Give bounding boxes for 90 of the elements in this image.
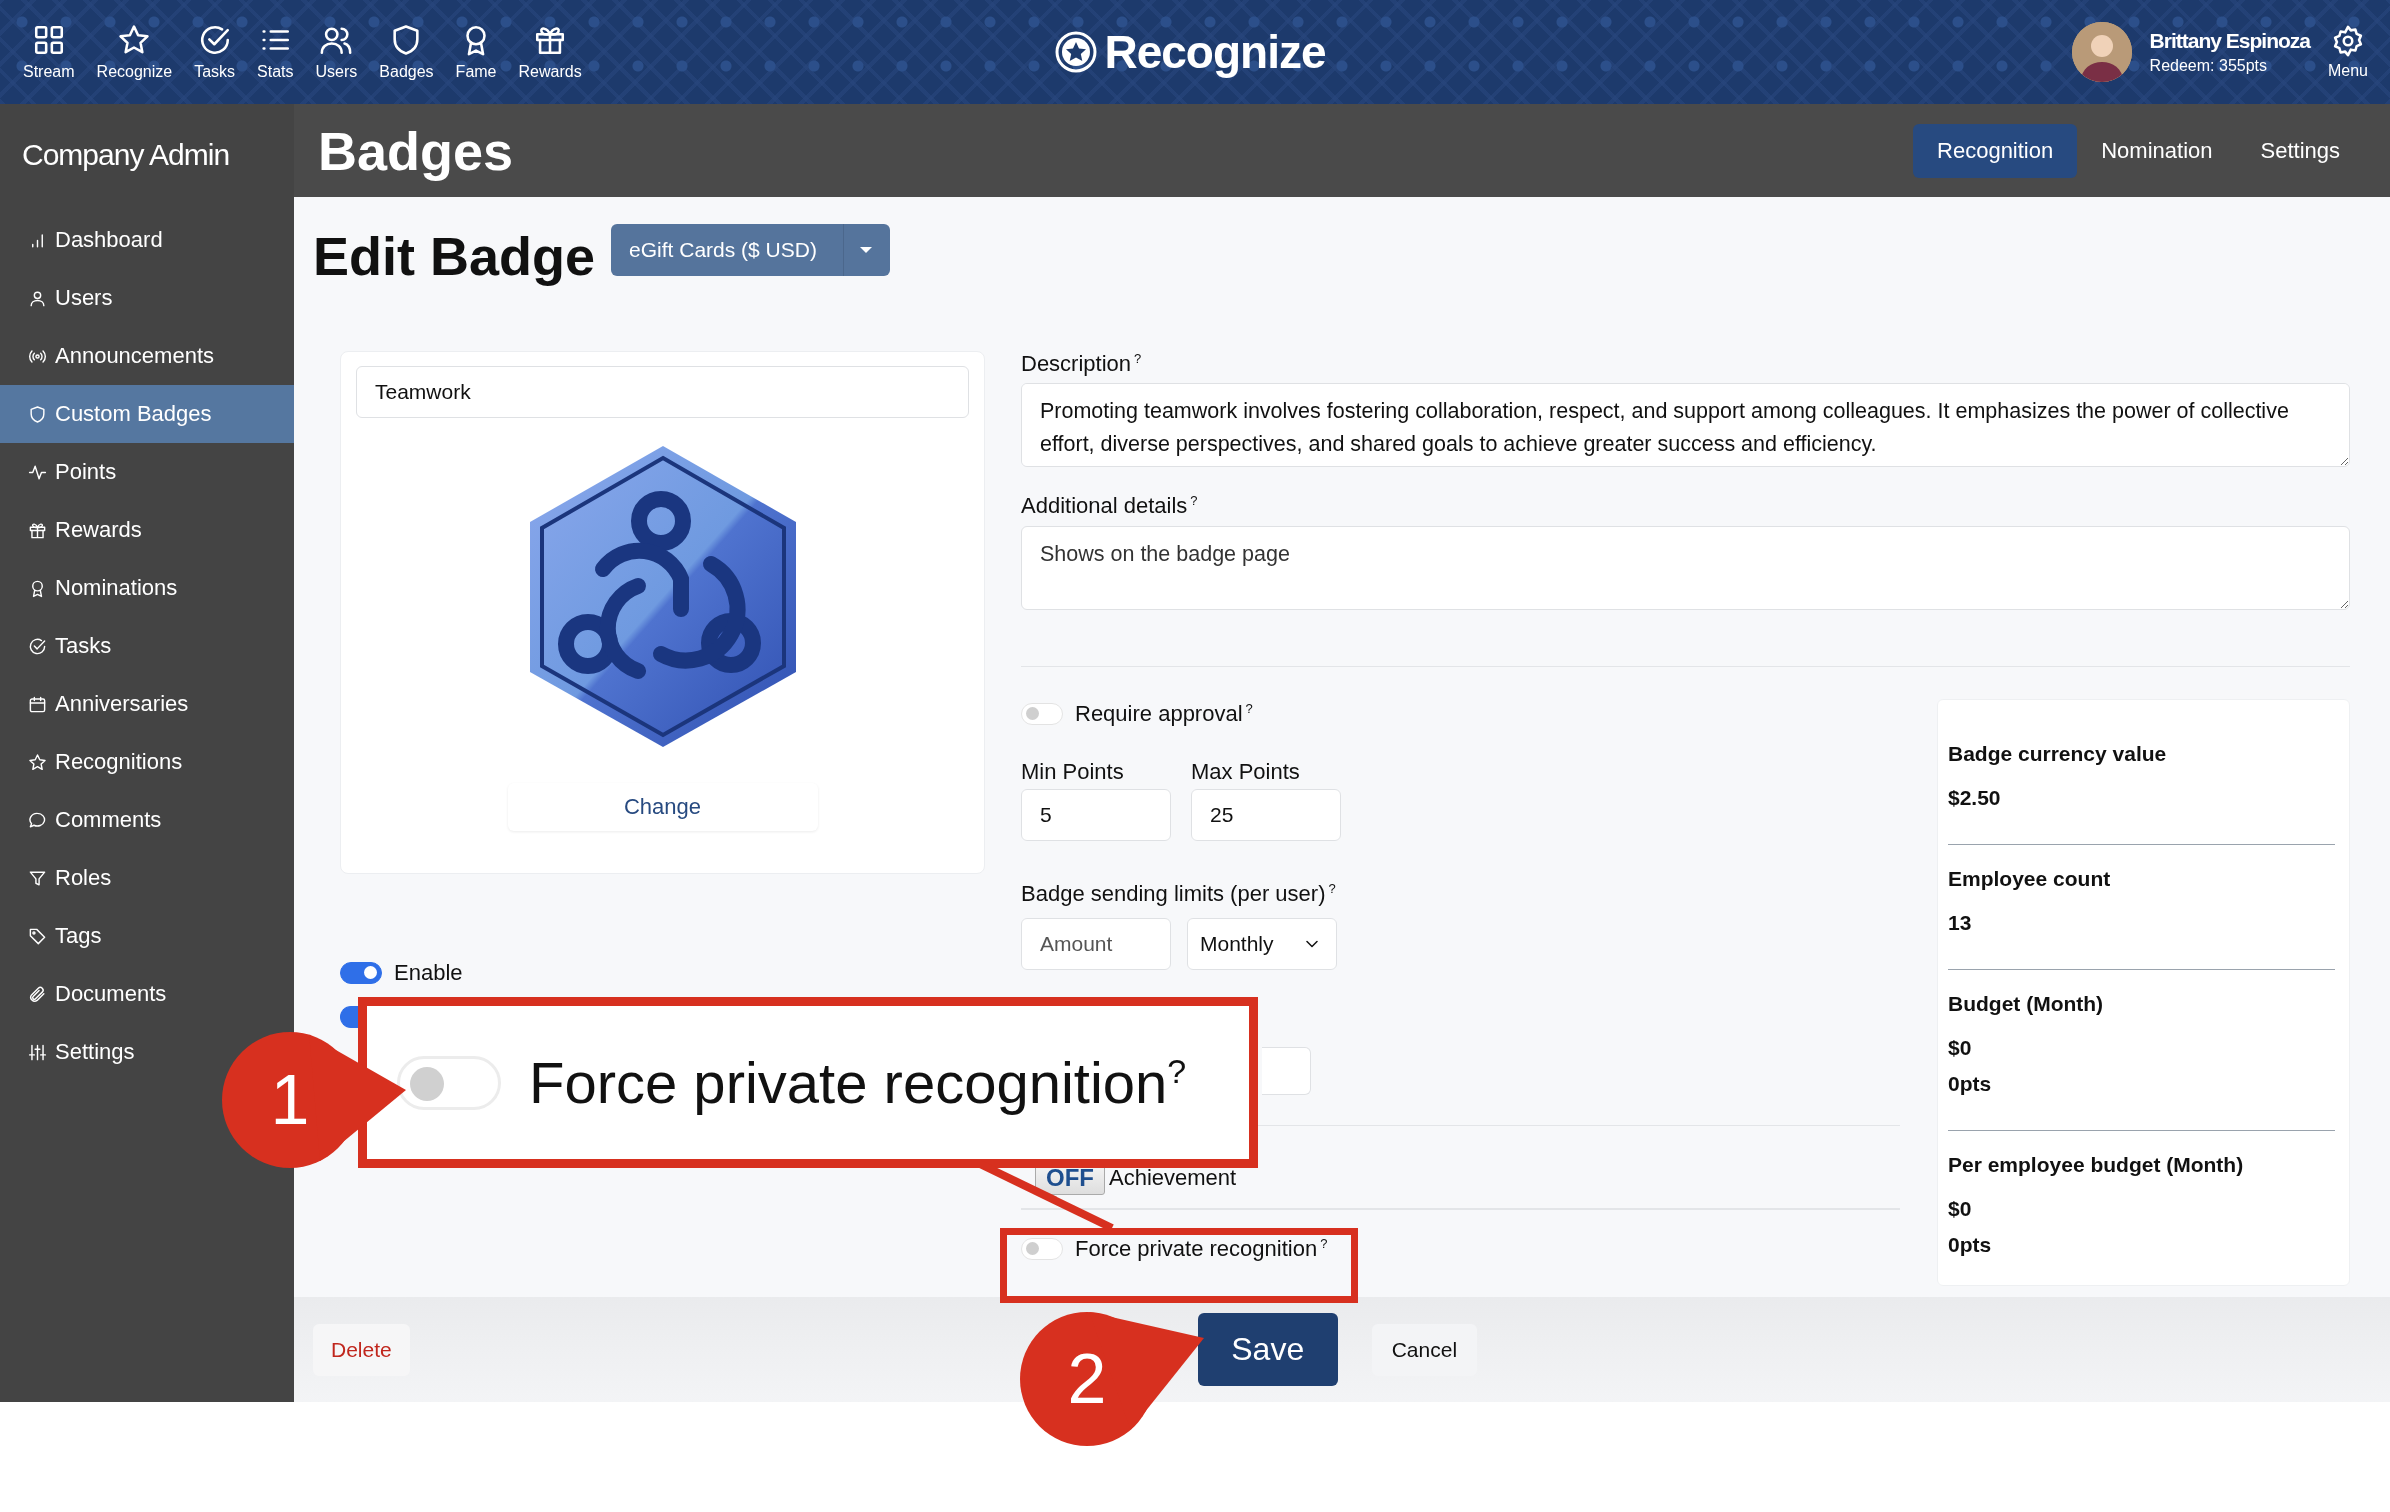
calendar-icon [28, 694, 47, 714]
step-marker-tooltip: 2 [1020, 1310, 1206, 1448]
stat-value: $0 [1948, 1036, 1973, 1061]
sidebar-item[interactable]: Recognitions [0, 733, 197, 791]
nav-item[interactable]: Users [304, 23, 369, 81]
star-icon [117, 23, 152, 57]
sidebar-item[interactable]: Anniversaries [0, 675, 203, 733]
nav-item[interactable]: Stream [12, 23, 86, 81]
toggle-switch[interactable] [340, 1006, 358, 1028]
name-field[interactable]: Teamwork [356, 366, 969, 418]
help-mark[interactable]: ? [1245, 701, 1253, 717]
sidebar-title: Company Admin [22, 138, 230, 171]
sidebar-item[interactable]: Announcements [0, 327, 228, 385]
toggle-label: Require approval$^{?}$ [1075, 701, 1253, 728]
avatar[interactable] [2071, 22, 2132, 82]
sliders-icon [28, 1042, 47, 1062]
form-title: Edit Badge [313, 225, 596, 287]
nav-item[interactable]: Fame [444, 23, 508, 81]
stat-label: Badge currency value [1948, 742, 2168, 767]
nav-item[interactable]: Recognize [85, 23, 184, 81]
star-icon [28, 752, 47, 772]
check-circle-icon [28, 636, 47, 656]
logo-text: Recognize [1104, 25, 1326, 79]
nav-item[interactable]: Rewards [507, 23, 593, 81]
save-button[interactable]: Save [1197, 1313, 1338, 1386]
stat-label: Budget (Month) [1948, 992, 2105, 1017]
menu-button[interactable]: Menu [2328, 24, 2368, 80]
delete-button[interactable]: Delete [313, 1323, 410, 1376]
max-points-field[interactable]: 25 [1191, 789, 1341, 842]
amount-field[interactable]: Amount [1021, 917, 1171, 970]
input-field[interactable] [1262, 1046, 1311, 1095]
field-label: Badge sending limits (per user)$^{?}$ [1021, 881, 1337, 908]
description-field[interactable]: Promoting teamwork involves fostering collaboration, respect, and support among colleagues. It emphasizes the power of collective effort, diverse perspectives, and shared goals to achieve greater success and efficiency. [1021, 383, 2350, 468]
tab[interactable]: Recognition [1913, 123, 2078, 178]
details-field[interactable]: Shows on the badge page [1021, 525, 2350, 610]
tab[interactable]: Settings [2236, 123, 2364, 178]
sidebar-item[interactable]: Tasks [0, 617, 126, 675]
toggle-label: Force private recognition$^{?}$ [1075, 1235, 1328, 1263]
sidebar-item[interactable]: Points [0, 443, 131, 501]
period-dropdown[interactable]: Monthly [1187, 917, 1337, 970]
sidebar-item[interactable]: Nominations [0, 559, 192, 617]
paperclip-icon [28, 984, 47, 1004]
callout-text: Force private recognition$^{?}$ [529, 1049, 1187, 1116]
user-name[interactable]: Brittany Espinoza [2149, 29, 2310, 53]
redeem-points: Redeem: 355pts [2149, 57, 2268, 75]
stat-value: 13 [1948, 911, 1973, 936]
page-title: Badges [318, 120, 514, 181]
sidebar-item[interactable]: Dashboard [0, 211, 177, 269]
help-mark[interactable]: ? [1320, 1235, 1328, 1251]
sidebar-item[interactable]: Settings [0, 1023, 149, 1081]
person-icon [28, 288, 47, 308]
hexagon-badge-icon [527, 444, 798, 749]
sidebar-item[interactable]: Documents [0, 965, 181, 1023]
stat-label: Per employee budget (Month) [1948, 1153, 2245, 1178]
sidebar-item[interactable]: Users [0, 269, 127, 327]
stat-value: $2.50 [1948, 786, 2002, 811]
toggle-switch[interactable] [340, 962, 382, 984]
stat-label: Employee count [1948, 867, 2112, 892]
field-label: Max Points [1191, 759, 1301, 786]
funnel-icon [28, 868, 47, 888]
star-badge-icon [1054, 30, 1099, 74]
field-label: Description$^{?}$ [1021, 351, 1143, 378]
min-points-field[interactable]: 5 [1021, 789, 1171, 842]
nav-item[interactable]: Badges [368, 23, 445, 81]
speech-bubble-icon [28, 810, 47, 830]
change-button[interactable]: Change [507, 783, 818, 831]
nav-item[interactable]: Stats [246, 23, 305, 81]
tab[interactable]: Nomination [2077, 123, 2237, 178]
sidebar-item[interactable]: Tags [0, 907, 116, 965]
currency-dropdown[interactable]: eGift Cards ($ USD) [611, 224, 890, 276]
sidebar-item[interactable]: Comments [0, 791, 176, 849]
sidebar-item[interactable]: Roles [0, 849, 126, 907]
help-mark[interactable]: ? [1134, 351, 1142, 366]
settings-icon [2331, 24, 2365, 58]
stat-value: 0pts [1948, 1072, 1993, 1097]
sidebar-item[interactable]: Rewards [0, 501, 156, 559]
step-marker-tooltip: 1 [222, 1030, 408, 1170]
nav-item[interactable]: Tasks [183, 23, 247, 81]
stat-value: 0pts [1948, 1233, 1993, 1258]
field-label: Min Points [1021, 759, 1125, 786]
toggle-label: Enable [394, 960, 463, 986]
toggle-label: Achievement [1109, 1165, 1237, 1192]
sidebar-item[interactable]: Custom Badges [0, 385, 294, 443]
help-mark[interactable]: ? [1190, 493, 1198, 509]
gift-icon [28, 520, 47, 540]
shield-icon [28, 404, 47, 424]
stat-value: $0 [1948, 1197, 1973, 1222]
field-label: Additional details$^{?}$ [1021, 493, 1199, 520]
help-mark[interactable]: ? [1328, 881, 1336, 897]
tag-icon [28, 926, 47, 946]
